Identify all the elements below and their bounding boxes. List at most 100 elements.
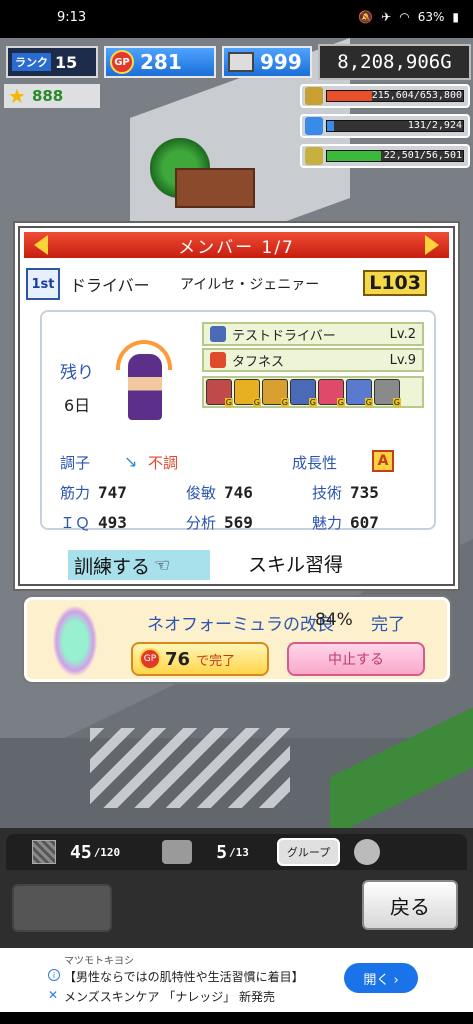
member-header: メンバー 1/7: [24, 232, 449, 258]
equipment-icon[interactable]: [318, 379, 346, 407]
condition-value: 不調: [148, 454, 179, 472]
train-button[interactable]: 訓練する ☜: [68, 550, 210, 580]
gp-display[interactable]: GP 281: [104, 46, 216, 78]
ad-open-button[interactable]: 開く ›: [344, 963, 418, 993]
prev-member-arrow-icon[interactable]: [34, 235, 48, 255]
research-title: ネオフォーミュラの改良: [147, 615, 334, 635]
driver-helmet-icon: [210, 326, 226, 342]
research-percent: 84%: [315, 610, 353, 630]
stat-agility: 俊敏 746: [186, 483, 253, 502]
learn-skill-button[interactable]: スキル習得: [248, 550, 343, 577]
next-member-arrow-icon[interactable]: [425, 235, 439, 255]
ad-banner[interactable]: マツモトキヨシ i 【男性ならではの肌特性や生活習慣に着目】 ✕ メンズスキンケ…: [0, 948, 473, 1012]
pointing-hand-icon: ☜: [154, 554, 171, 576]
pc-display[interactable]: 999: [222, 46, 312, 78]
train-label: 訓練する: [74, 555, 151, 578]
skill-level: Lv.2: [389, 326, 416, 342]
research-panel: ネオフォーミュラの改良 84% 完了 GP 76 で完了 中止する: [24, 597, 450, 682]
rank-badge: 1st: [26, 268, 60, 300]
stars-display: ★ 888: [4, 84, 100, 108]
ad-advertiser: マツモトキヨシ: [64, 956, 134, 967]
stat-iq: ＩＱ 493: [60, 513, 127, 532]
member-name: アイルセ・ジェニァー: [180, 277, 320, 293]
garage-tab[interactable]: 5/13: [162, 840, 249, 864]
wheat-icon: [305, 147, 323, 165]
resource-fill: [327, 91, 372, 101]
resource-value: 215,604/653,800: [371, 90, 462, 101]
researcher-avatar: [47, 606, 103, 680]
skill-row[interactable]: テストドライバー Lv.2: [202, 322, 424, 346]
group-tab[interactable]: グループ: [276, 838, 341, 866]
resource-value: 22,501/56,501: [383, 150, 462, 161]
rank-display: ランク 15: [6, 46, 98, 78]
equipment-icon[interactable]: [262, 379, 290, 407]
member-face-icon[interactable]: [354, 839, 381, 865]
equipment-icon[interactable]: [206, 379, 234, 407]
back-button[interactable]: 戻る: [362, 880, 458, 930]
resource-value: 131/2,924: [407, 120, 462, 131]
growth-value: A: [372, 450, 394, 472]
stat-strength: 筋力 747: [60, 483, 127, 502]
member-header-title: メンバー 1/7: [178, 237, 295, 258]
stars-value: 888: [31, 87, 64, 105]
gp-icon: GP: [139, 648, 161, 670]
wifi-icon: ◠: [399, 10, 410, 24]
equipment-icon[interactable]: [234, 379, 262, 407]
member-panel: メンバー 1/7 1st ドライバー アイルセ・ジェニァー L103 残り 6日…: [18, 226, 455, 586]
coin-stack-icon: [305, 87, 323, 105]
complete-label: で完了: [196, 653, 236, 669]
toughness-icon: [210, 352, 226, 368]
equipment-icon[interactable]: [290, 379, 318, 407]
stat-analysis: 分析 569: [186, 513, 253, 532]
battery-percent: 63%: [417, 10, 445, 24]
airplane-icon: ✈: [381, 10, 392, 24]
ad-line-1: 【男性ならではの肌特性や生活習慣に着目】: [64, 970, 304, 984]
member-role-row: 1st ドライバー アイルセ・ジェニァー L103: [24, 266, 449, 302]
nav-strip: [0, 1012, 473, 1024]
member-avatar: [114, 340, 174, 426]
condition-label: 調子: [60, 454, 91, 472]
skill-level: Lv.9: [389, 352, 416, 368]
close-icon[interactable]: ✕: [48, 988, 58, 1002]
clock: 9:13: [57, 10, 87, 25]
bottom-tabbar: 45/120 5/13 グループ: [6, 834, 467, 870]
floor-tile-icon: [32, 840, 56, 864]
status-icons: 🔕 ✈ ◠ 63% ▮: [358, 10, 459, 24]
battery-icon: ▮: [452, 10, 459, 24]
complete-cost: 76: [165, 648, 191, 670]
tiles-tab[interactable]: 45/120: [32, 840, 120, 864]
skill-list: テストドライバー Lv.2 タフネス Lv.9: [202, 322, 424, 408]
equipment-row: [202, 376, 424, 408]
stat-charm: 魅力 607: [312, 513, 379, 532]
star-icon: ★: [8, 84, 26, 108]
down-arrow-icon: ↘: [124, 452, 138, 471]
instant-complete-button[interactable]: GP 76 で完了: [131, 642, 269, 676]
pc-value: 999: [260, 50, 302, 74]
member-role: ドライバー: [70, 276, 150, 295]
remaining-label: 残り: [60, 363, 94, 383]
resource-bars[interactable]: 215,604/653,800 131/2,924 22,501/56,501: [300, 84, 470, 174]
growth-label: 成長性: [292, 454, 338, 472]
cancel-research-button[interactable]: 中止する: [287, 642, 425, 676]
equipment-icon[interactable]: [346, 379, 374, 407]
stat-technique: 技術 735: [312, 483, 379, 502]
resource-fill: [327, 151, 382, 161]
info-icon[interactable]: i: [48, 969, 60, 981]
gp-value: 281: [140, 50, 182, 74]
garage-icon: [162, 840, 193, 864]
skill-row[interactable]: タフネス Lv.9: [202, 348, 424, 372]
rank-value: 15: [55, 52, 78, 72]
computer-icon: [228, 52, 254, 72]
status-bar: 9:13 🔕 ✈ ◠ 63% ▮: [0, 0, 473, 38]
resource-row-wheat: 22,501/56,501: [300, 144, 470, 168]
research-status: 完了: [371, 615, 405, 635]
skill-name: タフネス: [232, 354, 285, 370]
ad-line-2: メンズスキンケア 「ナレッジ」 新発売: [64, 990, 276, 1004]
money-display: 8,208,906G: [318, 44, 471, 80]
empty-slot[interactable]: [12, 884, 112, 932]
resource-row-water: 131/2,924: [300, 114, 470, 138]
resource-fill: [327, 121, 334, 131]
rank-label: ランク: [12, 53, 51, 71]
mute-icon: 🔕: [358, 10, 374, 24]
equipment-icon[interactable]: [374, 379, 402, 407]
